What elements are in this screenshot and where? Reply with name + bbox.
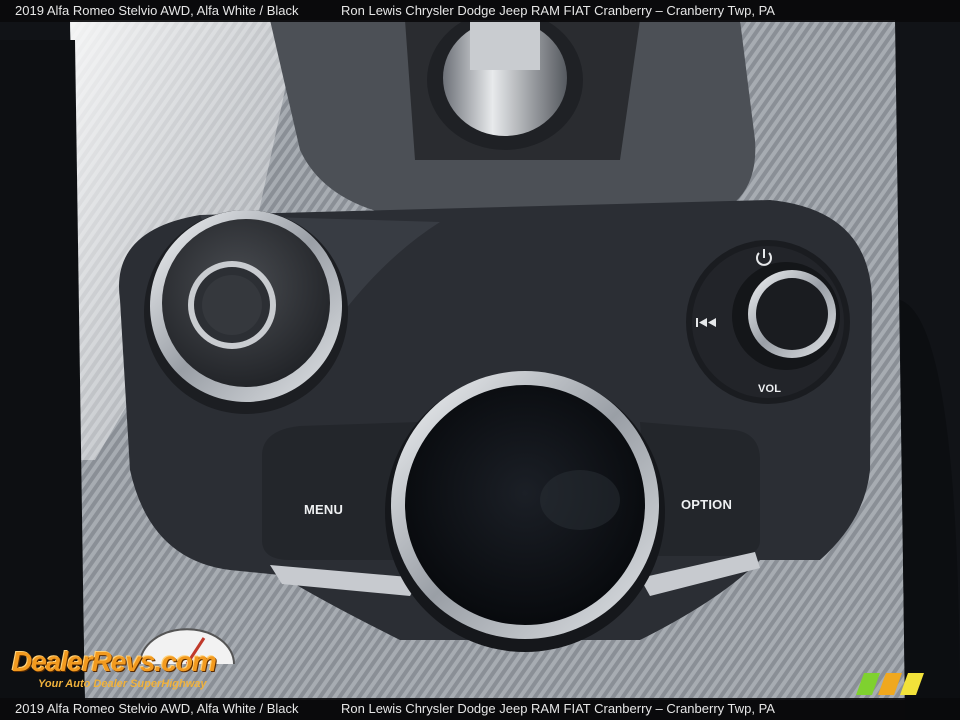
center-console-photo [0, 0, 960, 720]
vehicle-caption: 2019 Alfa Romeo Stelvio AWD, Alfa White … [15, 3, 299, 18]
menu-button[interactable]: MENU [304, 502, 343, 517]
caption-bar-bottom: 2019 Alfa Romeo Stelvio AWD, Alfa White … [0, 698, 960, 720]
watermark-brand: DealerRevs.com [12, 646, 217, 677]
volume-label: VOL [758, 383, 782, 395]
caption-bar-top: 2019 Alfa Romeo Stelvio AWD, Alfa White … [0, 0, 960, 22]
dealer-caption: Ron Lewis Chrysler Dodge Jeep RAM FIAT C… [341, 3, 775, 18]
vehicle-caption-bottom: 2019 Alfa Romeo Stelvio AWD, Alfa White … [15, 701, 299, 716]
dealer-stripes-icon [856, 673, 924, 695]
option-button[interactable]: OPTION [681, 497, 732, 512]
watermark-tagline: Your Auto Dealer SuperHighway [38, 678, 207, 690]
dealerrevs-watermark: DealerRevs.com Your Auto Dealer SuperHig… [12, 628, 272, 694]
dealer-caption-bottom: Ron Lewis Chrysler Dodge Jeep RAM FIAT C… [341, 701, 775, 716]
